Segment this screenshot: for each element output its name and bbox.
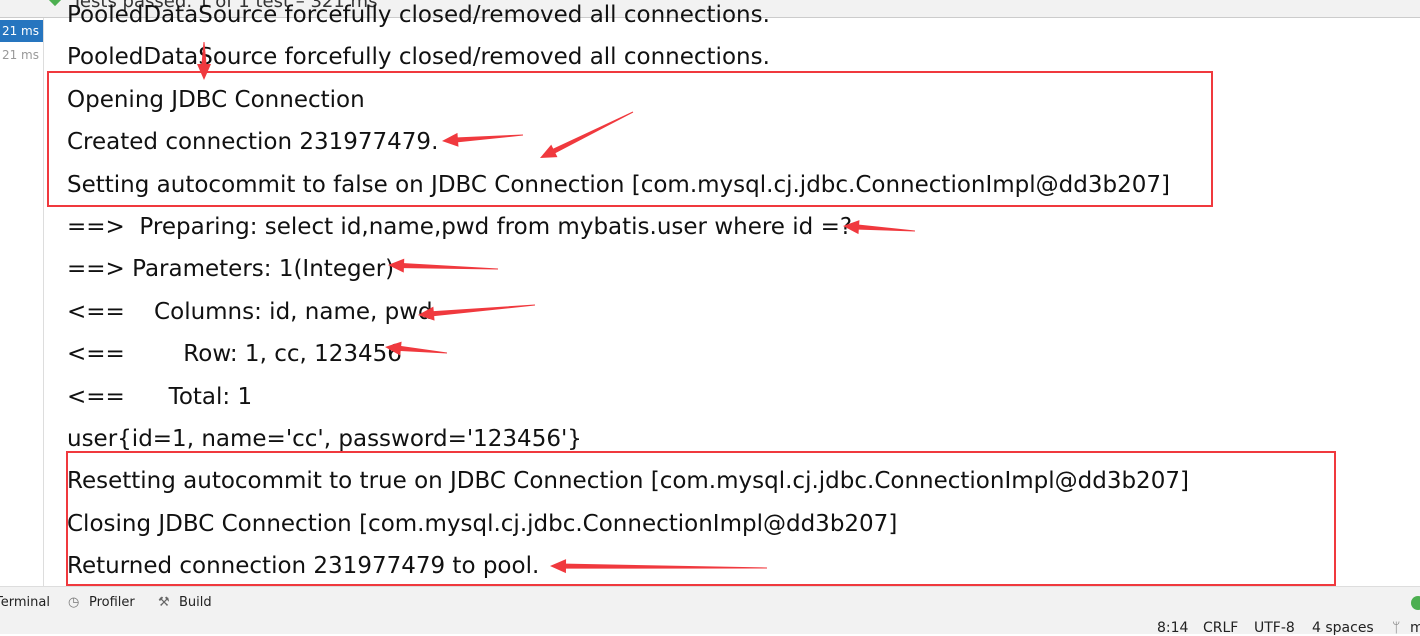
arrow (540, 111, 634, 158)
annotation-arrows (197, 42, 916, 574)
arrow (442, 132, 524, 147)
arrow (385, 341, 448, 356)
profiler-tab[interactable]: Profiler (89, 595, 135, 610)
terminal-tab[interactable]: Terminal (0, 595, 50, 610)
arrow (843, 220, 916, 235)
status-bar: 8:14 CRLF UTF-8 4 spaces ᛘ m (0, 617, 1420, 636)
arrow (550, 559, 768, 574)
arrow (197, 42, 211, 80)
event-log-icon[interactable] (1411, 596, 1420, 610)
tool-window-bar: Terminal ◷ Profiler ⚒ Build (0, 586, 1420, 618)
arrow (388, 258, 499, 273)
profiler-icon: ◷ (68, 595, 80, 610)
build-tab[interactable]: Build (179, 595, 212, 610)
hammer-icon: ⚒ (158, 595, 170, 610)
arrow (418, 304, 536, 321)
